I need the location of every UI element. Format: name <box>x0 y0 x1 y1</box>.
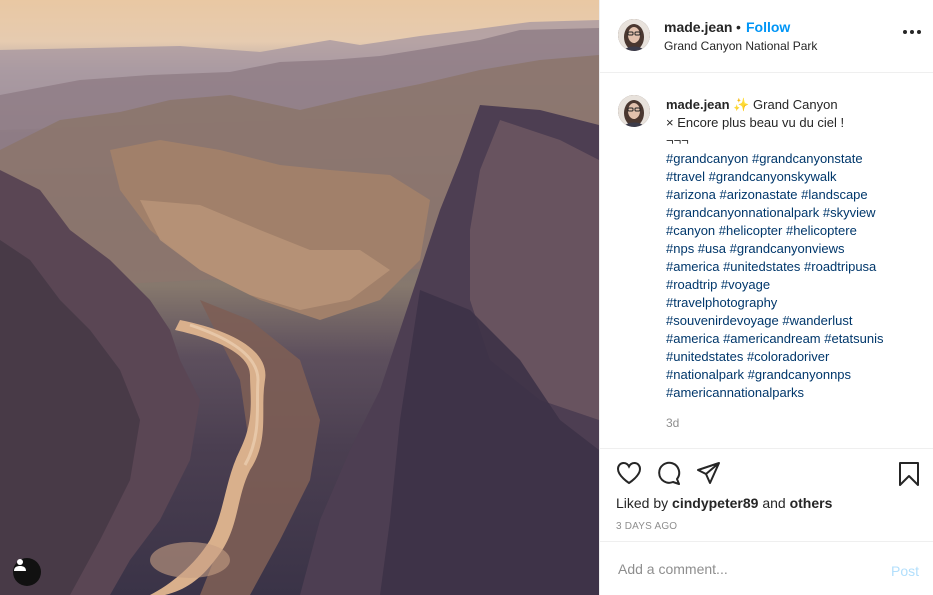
sparkle-icon: ✨ <box>733 97 750 112</box>
separator-dot: • <box>736 19 741 35</box>
share-icon[interactable] <box>696 461 722 485</box>
comment-icon[interactable] <box>656 461 682 485</box>
hashtag-line[interactable]: #travel #grandcanyonskywalk <box>666 168 928 186</box>
canyon-photo <box>0 20 599 595</box>
hashtag-line[interactable]: #grandcanyonnationalpark #skyview <box>666 204 928 222</box>
caption-line: × Encore plus beau vu du ciel ! <box>666 115 845 130</box>
comment-input[interactable] <box>616 560 880 578</box>
caption-timestamp: 3d <box>666 416 680 430</box>
hashtag-line[interactable]: #nps #usa #grandcanyonviews <box>666 240 928 258</box>
hashtag-line[interactable]: #travelphotography <box>666 294 928 312</box>
post-sidebar: made.jean • Follow Grand Canyon National… <box>599 0 933 595</box>
post-comment-button[interactable]: Post <box>891 563 919 579</box>
more-dot-icon <box>903 30 907 34</box>
more-dot-icon <box>917 30 921 34</box>
hashtag-line[interactable]: #grandcanyon #grandcanyonstate <box>666 150 928 168</box>
avatar[interactable] <box>618 19 650 51</box>
post-image[interactable] <box>0 0 599 595</box>
post-time-ago[interactable]: 3 days ago <box>616 521 677 532</box>
liked-by-others-link[interactable]: others <box>790 495 833 511</box>
hashtag-line[interactable]: #unitedstates #coloradoriver <box>666 348 928 366</box>
likes-summary: Liked by cindypeter89 and others <box>616 495 832 511</box>
liked-by-user-link[interactable]: cindypeter89 <box>672 495 758 511</box>
comment-box: Post <box>600 542 933 595</box>
caption-section: made.jean ✨ Grand Canyon × Encore plus b… <box>600 73 933 449</box>
hashtag-line[interactable]: #nationalpark #grandcanyonnps <box>666 366 928 384</box>
hashtag-line[interactable]: #americannationalparks <box>666 384 928 402</box>
username-link[interactable]: made.jean <box>664 19 732 35</box>
hashtag-line[interactable]: #canyon #helicopter #helicoptere <box>666 222 928 240</box>
hashtag-line[interactable]: #souvenirdevoyage #wanderlust <box>666 312 928 330</box>
tagged-user-button[interactable] <box>13 558 41 586</box>
profile-photo <box>618 95 650 127</box>
heart-icon[interactable] <box>616 461 642 485</box>
caption-username-link[interactable]: made.jean <box>666 97 730 112</box>
person-icon <box>14 559 26 571</box>
post-header: made.jean • Follow Grand Canyon National… <box>600 0 933 73</box>
hashtag-line[interactable]: #america #unitedstates #roadtripusa <box>666 258 928 276</box>
liked-by-and: and <box>762 495 786 511</box>
hashtag-line[interactable]: #arizona #arizonastate #landscape <box>666 186 928 204</box>
follow-button[interactable]: Follow <box>746 19 790 35</box>
more-dot-icon <box>910 30 914 34</box>
profile-photo <box>618 19 650 51</box>
action-bar: Liked by cindypeter89 and others 3 days … <box>600 449 933 542</box>
avatar[interactable] <box>618 95 650 127</box>
hashtag-list: #grandcanyon #grandcanyonstate #travel #g… <box>666 150 928 402</box>
bookmark-icon[interactable] <box>897 461 921 487</box>
liked-by-label: Liked by <box>616 495 669 511</box>
more-options-button[interactable] <box>903 30 921 34</box>
location-link[interactable]: Grand Canyon National Park <box>664 39 817 53</box>
hashtag-line[interactable]: #roadtrip #voyage <box>666 276 928 294</box>
caption-text: made.jean ✨ Grand Canyon × Encore plus b… <box>666 96 928 402</box>
hashtag-line[interactable]: #america #americandream #etatsunis <box>666 330 928 348</box>
caption-line: ¬¬¬ <box>666 133 689 148</box>
caption-title: Grand Canyon <box>753 97 838 112</box>
